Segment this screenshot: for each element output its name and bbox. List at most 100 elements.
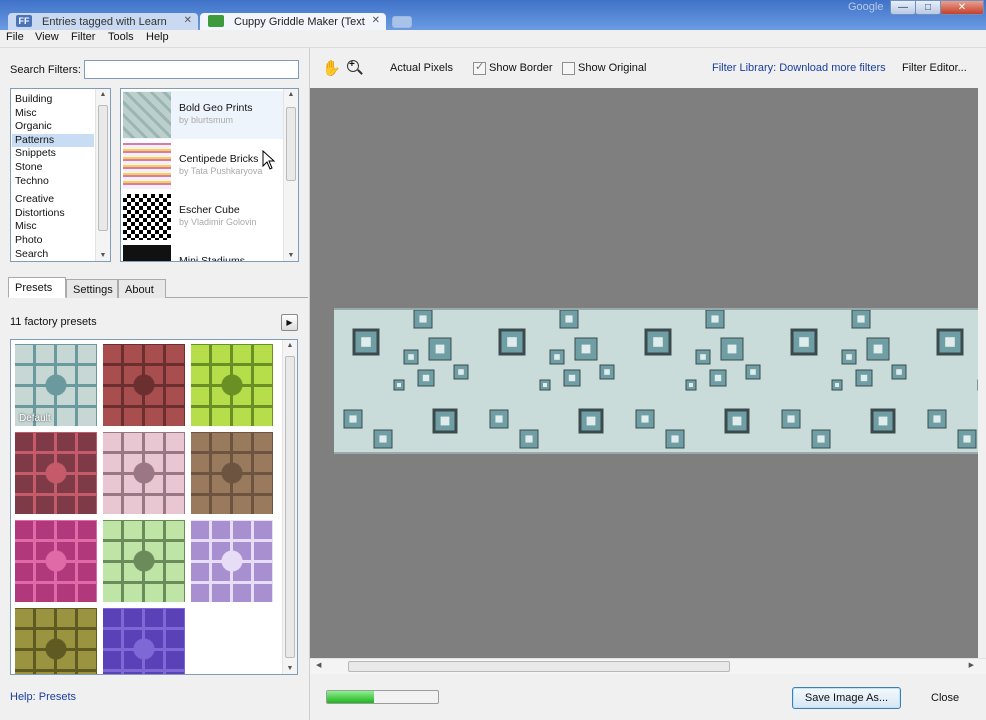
menu-tools[interactable]: Tools — [108, 31, 134, 43]
preset-thumbnail[interactable] — [15, 608, 97, 674]
filter-editor-button[interactable]: Filter Editor... — [902, 62, 967, 74]
filter-item[interactable]: Centipede Bricks by Tata Pushkaryova — [123, 142, 283, 190]
pattern-square-inner — [857, 315, 865, 323]
browser-tab-learn[interactable]: FF Entries tagged with Learn ✕ — [8, 13, 198, 30]
preset-thumbnail[interactable] — [15, 520, 97, 602]
category-item[interactable]: Distortions — [15, 207, 65, 220]
pattern-square-inner — [507, 337, 517, 347]
preset-thumbnail[interactable] — [103, 344, 185, 426]
menu-help[interactable]: Help — [146, 31, 169, 43]
filter-library-link[interactable]: Filter Library: Download more filters — [712, 62, 886, 74]
category-item[interactable]: Organic — [15, 120, 52, 133]
scroll-up-arrow-icon[interactable]: ▲ — [96, 91, 110, 98]
category-item[interactable]: Photo — [15, 234, 42, 247]
category-list: Building Misc Organic Patterns Snippets Stone… — [10, 88, 111, 262]
filter-name: Escher Cube — [179, 204, 240, 216]
category-item[interactable]: Misc — [15, 220, 37, 233]
show-original-label[interactable]: Show Original — [578, 62, 646, 74]
filter-scrollbar[interactable]: ▲ ▼ — [283, 89, 298, 261]
scroll-down-arrow-icon[interactable]: ▼ — [284, 252, 298, 259]
show-border-label[interactable]: Show Border — [489, 62, 553, 74]
pattern-square-inner — [397, 383, 401, 387]
browser-tab-griddle[interactable]: Cuppy Griddle Maker (Text ✕ — [200, 13, 386, 30]
filter-item[interactable]: Bold Geo Prints by blurtsmum — [123, 91, 283, 139]
scrollbar-thumb[interactable] — [98, 105, 108, 231]
close-tab-icon[interactable]: ✕ — [184, 15, 192, 26]
scrollbar-thumb[interactable] — [286, 107, 296, 181]
preset-thumbnail[interactable] — [191, 520, 273, 602]
search-filters-input[interactable] — [84, 60, 299, 79]
category-item[interactable]: Search — [15, 248, 48, 261]
tab-about[interactable]: About — [118, 279, 166, 298]
minimize-button[interactable]: — — [890, 0, 916, 15]
filter-thumbnail — [123, 245, 171, 261]
horizontal-scrollbar[interactable]: ◀ ▶ — [310, 658, 986, 674]
preset-thumbnail[interactable] — [191, 344, 273, 426]
scroll-right-arrow-icon[interactable]: ▶ — [969, 661, 974, 669]
category-scrollbar[interactable]: ▲ ▼ — [95, 89, 110, 261]
pattern-square-inner — [933, 415, 941, 423]
mouse-pointer-icon — [262, 150, 276, 170]
pattern-square-inner — [554, 354, 560, 360]
preset-scrollbar[interactable]: ▲ ▼ — [282, 340, 297, 674]
filter-thumbnail — [123, 92, 171, 138]
scroll-down-arrow-icon[interactable]: ▼ — [283, 665, 297, 672]
preset-thumbnail[interactable] — [103, 608, 185, 674]
save-image-button[interactable]: Save Image As... — [792, 687, 901, 709]
category-item[interactable]: Patterns — [12, 133, 94, 147]
category-item[interactable]: Stone — [15, 161, 42, 174]
preset-thumbnail[interactable] — [103, 432, 185, 514]
menu-view[interactable]: View — [35, 31, 59, 43]
scroll-down-arrow-icon[interactable]: ▼ — [96, 252, 110, 259]
close-tab-icon[interactable]: ✕ — [372, 15, 380, 26]
preset-thumbnail[interactable] — [15, 432, 97, 514]
menu-filter[interactable]: Filter — [71, 31, 95, 43]
pattern-square-inner — [860, 374, 868, 382]
scrollbar-thumb[interactable] — [285, 356, 295, 658]
scrollbar-thumb[interactable] — [348, 661, 730, 672]
hand-icon[interactable]: ✋ — [322, 59, 341, 77]
filter-item[interactable]: Mini Stadiums — [123, 244, 283, 261]
new-tab-button[interactable] — [392, 16, 412, 28]
scroll-up-arrow-icon[interactable]: ▲ — [284, 91, 298, 98]
close-window-button[interactable]: ✕ — [940, 0, 984, 15]
browser-tab-bar: FF Entries tagged with Learn ✕ Cuppy Gri… — [0, 0, 986, 30]
preset-grid: Default ▲ ▼ — [10, 339, 298, 675]
help-presets-link[interactable]: Help: Presets — [10, 691, 76, 703]
canvas-gutter — [978, 88, 986, 658]
preset-thumbnail[interactable]: Default — [15, 344, 97, 426]
category-item[interactable]: Snippets — [15, 147, 56, 160]
tab-presets[interactable]: Presets — [8, 277, 66, 298]
scroll-left-arrow-icon[interactable]: ◀ — [316, 661, 321, 669]
category-item[interactable]: Building — [15, 93, 52, 106]
pattern-square-inner — [945, 337, 955, 347]
maximize-button[interactable]: □ — [915, 0, 941, 15]
filter-list: Bold Geo Prints by blurtsmum Centipede Bri… — [120, 88, 299, 262]
menu-file[interactable]: File — [6, 31, 24, 43]
category-item[interactable]: Creative — [15, 193, 54, 206]
scroll-up-arrow-icon[interactable]: ▲ — [283, 342, 297, 349]
pattern-square-inner — [732, 416, 742, 426]
zoom-icon[interactable]: + — [347, 59, 359, 72]
pattern-square-inner — [568, 374, 576, 382]
tab-settings[interactable]: Settings — [66, 279, 118, 298]
show-original-checkbox[interactable] — [562, 62, 575, 75]
preset-thumbnail[interactable] — [191, 432, 273, 514]
pattern-square-inner — [846, 354, 852, 360]
pattern-square-inner — [671, 435, 679, 443]
tab-title: Cuppy Griddle Maker (Text — [234, 16, 365, 28]
pattern-square-inner — [817, 435, 825, 443]
category-item[interactable]: Techno — [15, 175, 49, 188]
filter-item[interactable]: Escher Cube by Vladimir Golovin — [123, 193, 283, 241]
preset-thumbnail[interactable] — [103, 520, 185, 602]
pattern-square-inner — [361, 337, 371, 347]
pattern-square-inner — [963, 435, 971, 443]
brand-logo: Google — [848, 1, 884, 13]
play-icon[interactable]: ▶ — [281, 314, 298, 331]
category-item[interactable]: Misc — [15, 107, 37, 120]
actual-pixels-button[interactable]: Actual Pixels — [390, 62, 453, 74]
show-border-checkbox[interactable] — [473, 60, 486, 75]
filter-author: by Tata Pushkaryova — [179, 166, 263, 176]
close-button[interactable]: Close — [931, 692, 959, 704]
pattern-square-inner — [495, 415, 503, 423]
